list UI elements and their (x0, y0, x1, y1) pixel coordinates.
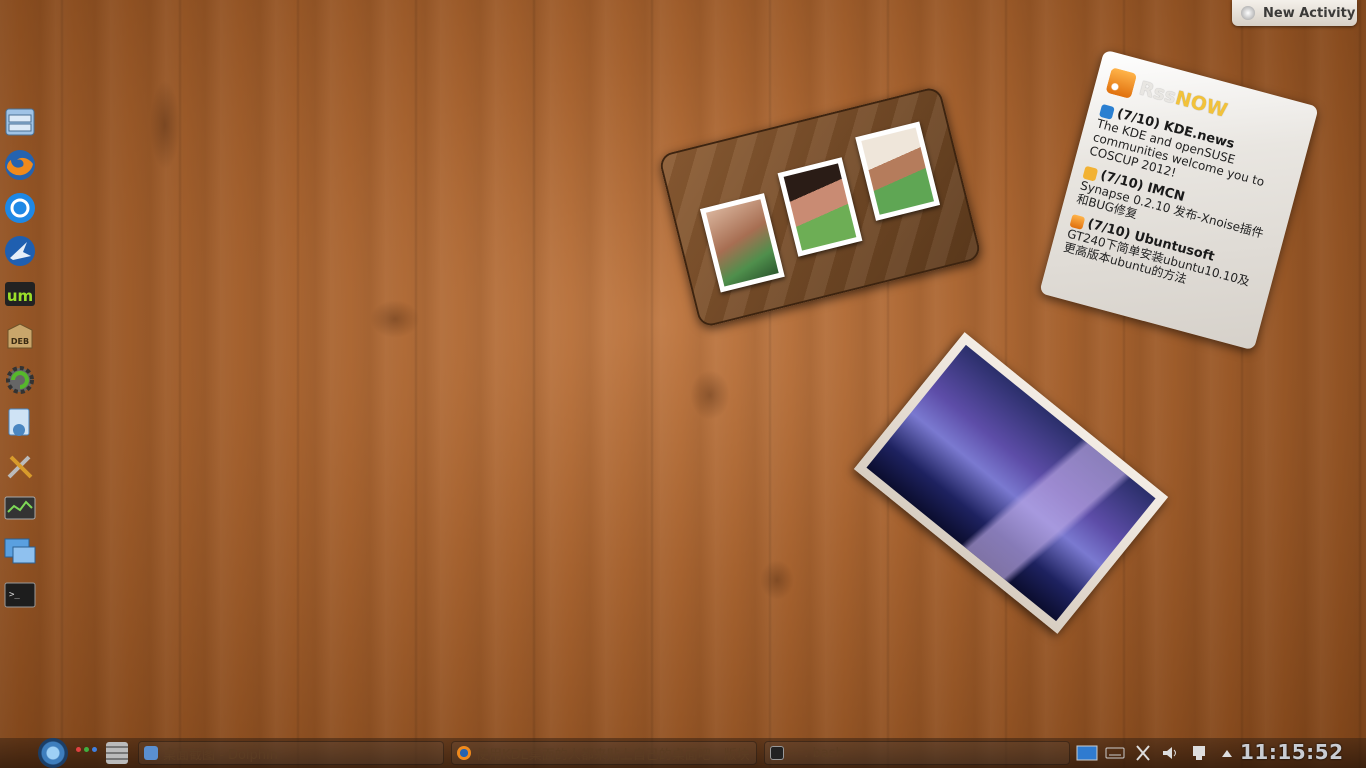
kde-settings-icon[interactable] (2, 405, 38, 441)
concert-photo (866, 344, 1156, 622)
volume-icon[interactable] (1160, 742, 1182, 764)
svg-text:um: um (7, 287, 33, 305)
svg-text:>_: >_ (9, 590, 20, 600)
digital-clock[interactable]: 11:15:52 (1240, 740, 1344, 764)
photo-widget[interactable] (853, 332, 1169, 634)
task-label: 桌面截图 - Dolphin (163, 747, 278, 763)
rss-logo-icon (1105, 67, 1138, 100)
terminal-icon[interactable]: >_ (2, 577, 38, 613)
system-monitor-icon[interactable] (2, 491, 38, 527)
video-player-icon[interactable]: um (2, 276, 38, 312)
thunderbird-icon[interactable] (2, 233, 38, 269)
update-gear-icon[interactable] (2, 362, 38, 398)
show-desktop-icon[interactable] (1076, 742, 1098, 764)
wood-knot (370, 300, 420, 338)
photo-thumbnail (855, 121, 941, 221)
drawer-icon[interactable] (2, 104, 38, 140)
kickoff-launcher-icon[interactable] (38, 738, 68, 768)
terminal-icon (770, 746, 784, 760)
remote-desktop-icon[interactable] (2, 534, 38, 570)
firefox-icon (457, 746, 471, 760)
deb-package-icon[interactable]: DEB (2, 319, 38, 355)
firefox-icon[interactable] (2, 147, 38, 183)
taskbar-panel: 桌面截图 - Dolphin 使用KDE桌面的人都来贴上自己的桌面吧 - 版块 … (0, 738, 1366, 768)
activity-manager-icon[interactable] (76, 747, 97, 752)
rss-now-widget[interactable]: RssNOW (7/10) KDE.news The KDE and openS… (1039, 49, 1319, 351)
photo-thumbnail (777, 157, 863, 257)
task-label: ~ : bash (789, 745, 844, 761)
task-label: 使用KDE桌面的人都来贴上自己的桌面吧 - 版块 (476, 747, 750, 763)
picture-frame-widget[interactable] (657, 85, 983, 329)
photo-thumbnail (699, 193, 785, 293)
new-activity-label: New Activity (1263, 5, 1356, 21)
wood-knot (760, 560, 794, 600)
activity-icon (1241, 6, 1255, 20)
new-activity-button[interactable]: New Activity (1232, 0, 1357, 26)
task-dolphin[interactable]: 桌面截图 - Dolphin (138, 741, 444, 765)
application-dock: um DEB >_ (0, 104, 40, 616)
dolphin-icon (144, 746, 158, 760)
clipboard-scissors-icon[interactable] (1132, 742, 1154, 764)
task-terminal[interactable]: ~ : bash (764, 741, 1070, 765)
wood-knot (690, 370, 730, 420)
svg-text:DEB: DEB (11, 337, 29, 346)
rss-logo: RssNOW (1136, 77, 1230, 122)
task-firefox[interactable]: 使用KDE桌面的人都来贴上自己的桌面吧 - 版块 (451, 741, 757, 765)
tools-icon[interactable] (2, 448, 38, 484)
system-tray (1076, 742, 1238, 764)
pager-icon[interactable] (106, 742, 128, 764)
expand-tray-arrow-icon[interactable] (1216, 742, 1238, 764)
globe-icon[interactable] (2, 190, 38, 226)
network-icon[interactable] (1188, 742, 1210, 764)
wood-knot (150, 80, 180, 170)
keyboard-icon[interactable] (1104, 742, 1126, 764)
